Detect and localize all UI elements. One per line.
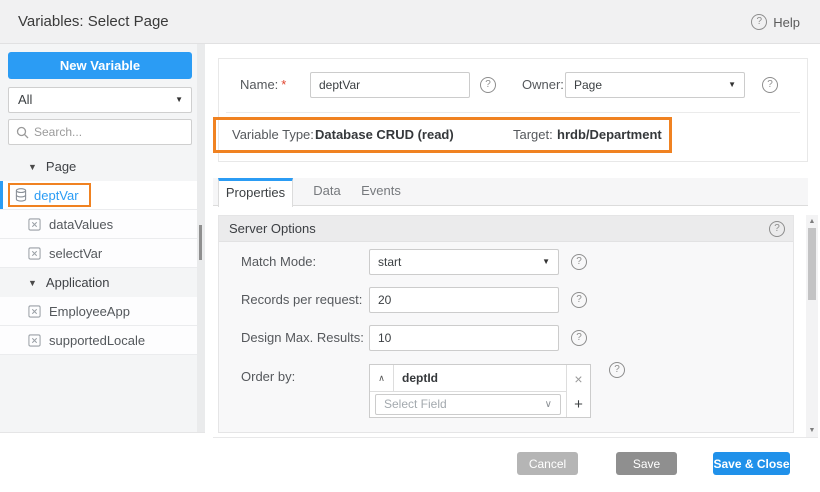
chevron-down-icon: ∨	[545, 395, 552, 414]
chevron-down-icon: ▼	[728, 73, 736, 97]
chevron-up-icon: ∧	[378, 373, 385, 384]
variables-tree: ▼ Page deptVar dataValues	[0, 152, 197, 355]
form-divider	[226, 112, 800, 113]
tree-group-label: Application	[46, 275, 110, 290]
save-and-close-button[interactable]: Save & Close	[713, 452, 790, 475]
target-value: hrdb/Department	[557, 120, 662, 150]
scrollbar-thumb[interactable]	[808, 228, 816, 300]
plus-icon: +	[574, 396, 583, 413]
variable-icon	[28, 247, 41, 260]
tree-item-label: selectVar	[49, 246, 102, 261]
variable-icon	[28, 305, 41, 318]
selected-indicator	[0, 181, 3, 209]
tree-item-label: supportedLocale	[49, 333, 145, 348]
variable-icon	[28, 218, 41, 231]
records-per-request-input[interactable]	[369, 287, 559, 313]
search-input[interactable]	[34, 125, 191, 139]
remove-field-button[interactable]: ×	[567, 365, 590, 392]
select-field-placeholder: Select Field	[384, 397, 447, 411]
tree-group-application[interactable]: ▼ Application	[0, 268, 197, 297]
tree-item-supportedlocale[interactable]: supportedLocale	[0, 326, 197, 355]
owner-value: Page	[574, 78, 602, 92]
add-field-button[interactable]: +	[567, 392, 590, 417]
select-field-dropdown[interactable]: Select Field ∨	[375, 394, 561, 415]
match-mode-value: start	[378, 255, 401, 269]
new-variable-button[interactable]: New Variable	[8, 52, 192, 79]
cancel-button[interactable]: Cancel	[517, 452, 578, 475]
order-by-field-value: deptId	[394, 371, 438, 385]
database-icon	[15, 188, 27, 202]
tree-group-label: Page	[46, 159, 76, 174]
dialog-header: Variables: Select Page ? Help	[0, 0, 820, 44]
required-asterisk: *	[281, 77, 286, 92]
search-box	[8, 119, 192, 145]
name-help-icon[interactable]: ?	[480, 77, 496, 93]
chevron-down-icon: ▼	[542, 250, 550, 274]
search-icon	[16, 126, 29, 139]
selected-highlight-box: deptVar	[8, 183, 91, 207]
tab-events[interactable]: Events	[353, 178, 409, 206]
order-by-help-icon[interactable]: ?	[609, 362, 625, 378]
server-options-header: Server Options ?	[219, 216, 793, 242]
sidebar-scrollbar[interactable]	[197, 44, 205, 432]
name-input[interactable]	[310, 72, 470, 98]
variable-filter-select[interactable]: All ▼	[8, 87, 192, 113]
records-per-request-label: Records per request:	[241, 287, 362, 313]
design-max-results-label: Design Max. Results:	[241, 325, 364, 351]
tree-expand-icon: ▼	[28, 162, 37, 172]
match-mode-select[interactable]: start ▼	[369, 249, 559, 275]
name-label: Name:*	[240, 72, 286, 98]
server-options-panel: Server Options ? Match Mode: start ▼ ? R…	[218, 215, 794, 433]
tree-item-deptvar[interactable]: deptVar	[0, 181, 197, 210]
section-title: Server Options	[229, 216, 316, 241]
properties-scrollbar[interactable]: ▲ ▼	[806, 215, 818, 437]
variable-icon	[28, 334, 41, 347]
sort-direction-button[interactable]: ∧	[370, 365, 394, 391]
order-by-actions: × +	[566, 365, 590, 417]
tree-item-datavalues[interactable]: dataValues	[0, 210, 197, 239]
order-by-main: ∧ deptId Select Field ∨	[370, 365, 566, 417]
variable-type-value: Database CRUD (read)	[315, 120, 454, 150]
help-label: Help	[773, 15, 800, 30]
help-icon: ?	[751, 14, 767, 30]
tree-item-employeeapp[interactable]: EmployeeApp	[0, 297, 197, 326]
tree-item-selectvar[interactable]: selectVar	[0, 239, 197, 268]
target-label: Target:	[513, 120, 553, 150]
tree-item-label: deptVar	[34, 188, 79, 203]
tab-data[interactable]: Data	[305, 178, 349, 206]
design-max-results-input[interactable]	[369, 325, 559, 351]
tree-expand-icon: ▼	[28, 278, 37, 288]
server-options-help-icon[interactable]: ?	[769, 221, 785, 237]
order-by-row: ∧ deptId	[370, 365, 566, 392]
content-bottom-divider	[213, 437, 818, 438]
owner-help-icon[interactable]: ?	[762, 77, 778, 93]
order-by-label: Order by:	[241, 364, 295, 390]
page-title: Variables: Select Page	[18, 0, 169, 44]
save-button[interactable]: Save	[616, 452, 677, 475]
tree-item-label: EmployeeApp	[49, 304, 130, 319]
match-mode-label: Match Mode:	[241, 249, 316, 275]
variable-filter-value: All	[18, 92, 32, 107]
chevron-down-icon: ▼	[175, 88, 183, 112]
records-per-request-help-icon[interactable]: ?	[571, 292, 587, 308]
scroll-down-icon[interactable]: ▼	[806, 427, 818, 434]
tab-properties[interactable]: Properties	[218, 178, 293, 207]
tree-group-page[interactable]: ▼ Page	[0, 152, 197, 181]
owner-select[interactable]: Page ▼	[565, 72, 745, 98]
match-mode-help-icon[interactable]: ?	[571, 254, 587, 270]
tab-bar: Properties Data Events	[213, 178, 808, 206]
help-button[interactable]: ? Help	[751, 0, 800, 44]
variable-type-highlight-box: Variable Type: Database CRUD (read) Targ…	[213, 117, 672, 153]
tree-item-label: dataValues	[49, 217, 113, 232]
design-max-results-help-icon[interactable]: ?	[571, 330, 587, 346]
close-icon: ×	[574, 371, 582, 387]
order-by-add-row: Select Field ∨	[370, 392, 566, 417]
sidebar-scrollbar-thumb[interactable]	[199, 225, 202, 260]
variables-sidebar: New Variable All ▼ ▼ Page deptVar	[0, 44, 205, 433]
order-by-widget: ∧ deptId Select Field ∨ × +	[369, 364, 591, 418]
variable-type-label: Variable Type:	[232, 120, 314, 150]
scroll-up-icon[interactable]: ▲	[806, 218, 818, 225]
